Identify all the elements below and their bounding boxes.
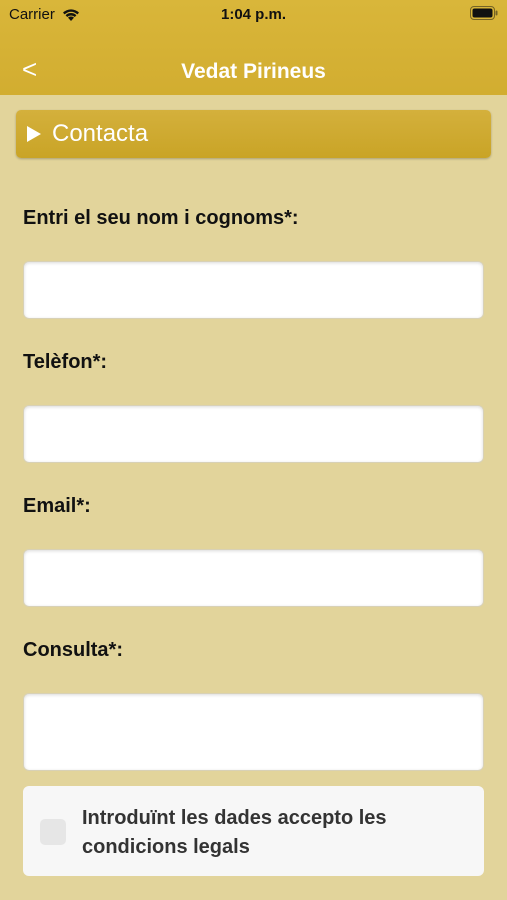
query-field[interactable] — [23, 693, 484, 771]
email-label: Email*: — [23, 495, 91, 517]
section-title: Contacta — [52, 120, 149, 147]
play-icon — [27, 126, 41, 142]
status-bar: Carrier 1:04 p.m. — [0, 0, 507, 30]
terms-checkbox[interactable] — [40, 819, 66, 845]
app-header: Carrier 1:04 p.m. < Vedat Pirineus — [0, 0, 507, 95]
terms-label: Introduïnt les dades accepto les condici… — [82, 807, 387, 858]
name-label: Entri el seu nom i cognoms*: — [23, 207, 299, 229]
query-label: Consulta*: — [23, 639, 123, 661]
name-field[interactable] — [23, 261, 484, 319]
navigation-bar: < Vedat Pirineus — [0, 48, 507, 92]
email-field[interactable] — [23, 549, 484, 607]
terms-container: Introduïnt les dades accepto les condici… — [23, 786, 484, 876]
phone-field[interactable] — [23, 405, 484, 463]
section-header-contacta[interactable]: Contacta — [16, 110, 491, 158]
battery-icon — [470, 6, 498, 20]
clock: 1:04 p.m. — [220, 6, 287, 23]
phone-label: Telèfon*: — [23, 351, 108, 373]
page-title: Vedat Pirineus — [181, 60, 326, 83]
